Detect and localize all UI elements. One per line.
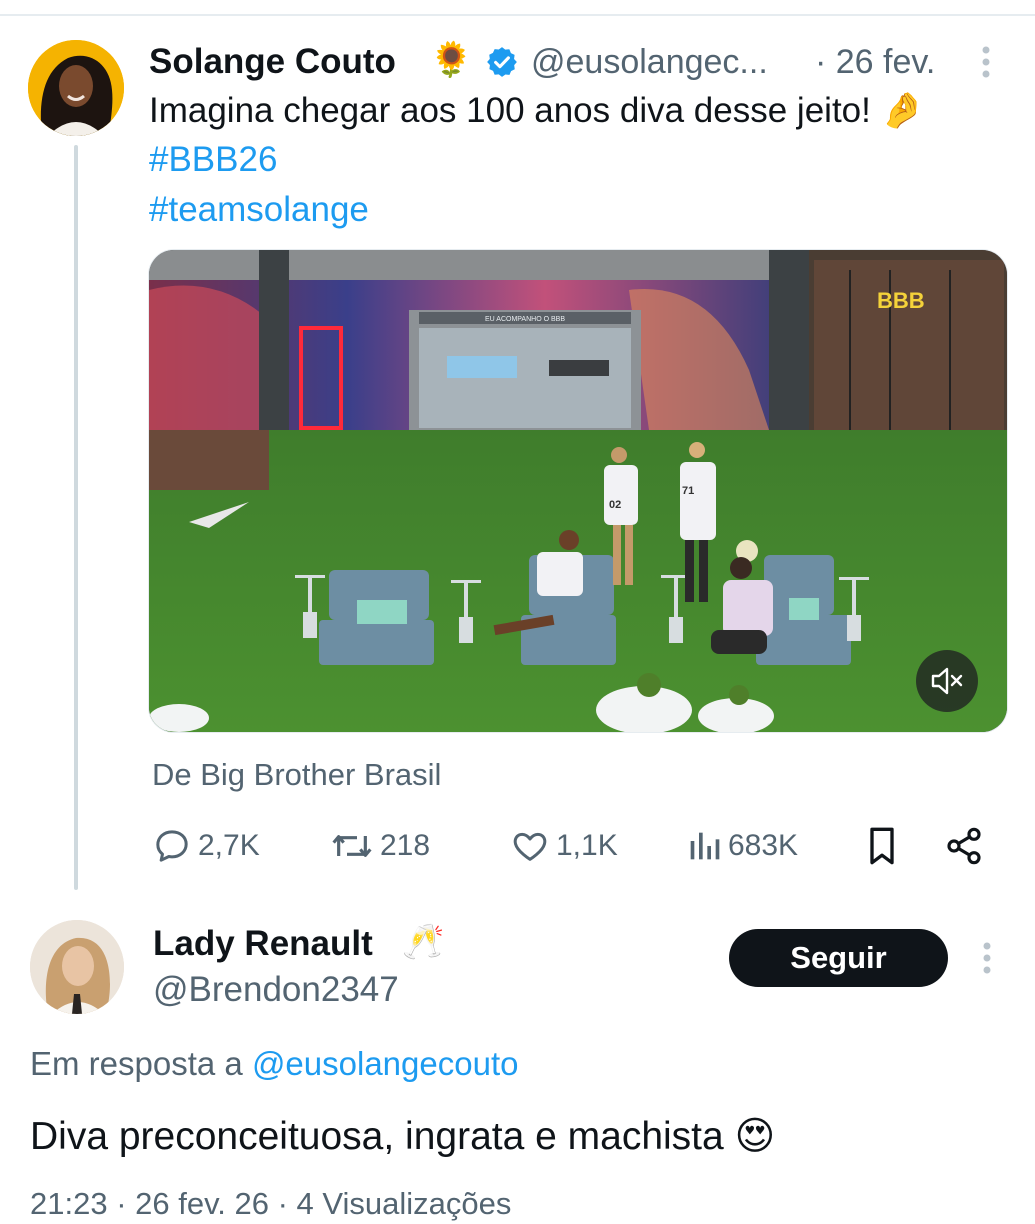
video-frame: EU ACOMPANHO O BBB BBB 02 71 <box>149 250 1007 732</box>
repost-count: 218 <box>380 829 431 862</box>
jersey-number: 02 <box>609 499 621 511</box>
reply-author-name[interactable]: Lady Renault <box>153 922 373 966</box>
more-options-icon[interactable] <box>978 44 994 80</box>
reply-context: Em resposta a @eusolangecouto <box>30 1042 518 1086</box>
views-button[interactable]: 683K <box>686 822 798 870</box>
jersey-number: 71 <box>682 485 694 497</box>
mute-button[interactable] <box>916 650 978 712</box>
top-divider <box>0 14 1035 16</box>
author-avatar[interactable] <box>28 40 124 136</box>
view-count: 683K <box>728 829 799 862</box>
bookmark-button[interactable] <box>862 822 902 870</box>
media-source-label[interactable]: De Big Brother Brasil <box>152 755 441 795</box>
repost-icon <box>332 835 372 857</box>
author-handle[interactable]: @eusolangec... <box>531 40 768 84</box>
speaker-muted-icon <box>931 667 963 695</box>
tweet-date[interactable]: · 26 fev. <box>815 40 935 84</box>
door-sign: EU ACOMPANHO O BBB <box>485 316 565 323</box>
reply-timestamp-views[interactable]: 21:23 · 26 fev. 26 · 4 Visualizações <box>30 1184 511 1224</box>
more-options-icon[interactable] <box>979 940 995 976</box>
reply-icon <box>156 830 188 862</box>
like-button[interactable]: 1,1K <box>510 822 618 870</box>
hashtag-link[interactable]: #BBB26 <box>149 135 277 185</box>
like-count: 1,1K <box>556 829 618 862</box>
reply-count: 2,7K <box>198 829 260 862</box>
verified-badge-icon <box>485 45 519 79</box>
sunflower-emoji: 🌻 <box>430 41 473 79</box>
repost-button[interactable]: 218 <box>330 822 430 870</box>
bookmark-icon <box>870 827 894 865</box>
share-icon <box>947 827 981 865</box>
reply-text: Diva preconceituosa, ingrata e machista … <box>30 1115 776 1158</box>
share-button[interactable] <box>944 822 984 870</box>
tweet-text: Imagina chegar aos 100 anos diva desse j… <box>149 91 925 130</box>
reply-author-avatar[interactable] <box>30 920 124 1014</box>
heart-icon <box>513 832 547 861</box>
reply-button[interactable]: 2,7K <box>152 822 260 870</box>
author-name[interactable]: Solange Couto <box>149 40 396 84</box>
cheers-emoji: 🥂 <box>402 923 445 961</box>
reply-to-prefix: Em resposta a <box>30 1045 243 1082</box>
bbb-sign: BBB <box>877 288 925 313</box>
reply-author-handle[interactable]: @Brendon2347 <box>153 967 399 1013</box>
video-player[interactable]: EU ACOMPANHO O BBB BBB 02 71 <box>148 249 1008 733</box>
thread-connector-line <box>74 145 78 890</box>
views-chart-icon <box>690 832 720 860</box>
reply-to-mention-link[interactable]: @eusolangecouto <box>252 1045 519 1082</box>
hashtag-link[interactable]: #teamsolange <box>149 185 369 235</box>
follow-button[interactable]: Seguir <box>729 929 948 987</box>
